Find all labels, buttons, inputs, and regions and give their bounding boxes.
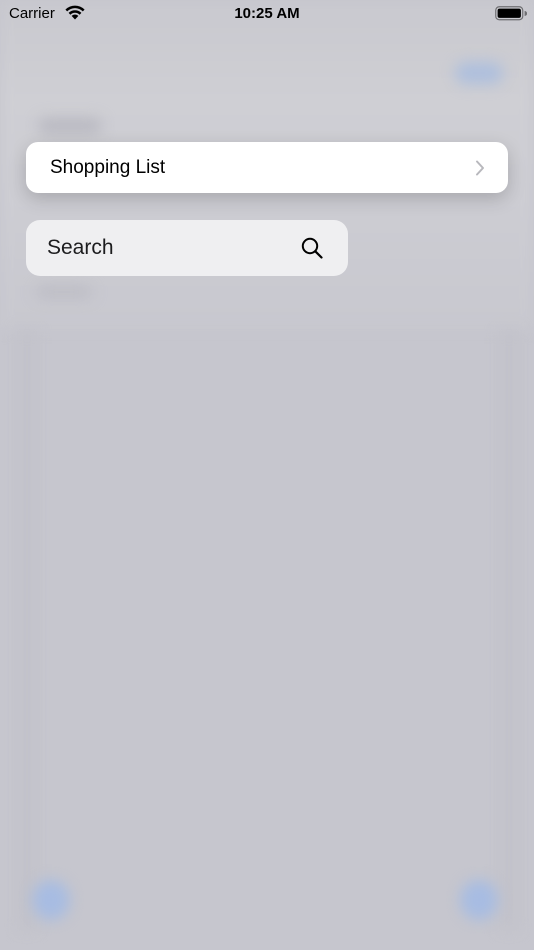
- clock: 10:25 AM: [234, 5, 300, 22]
- blurred-right-fab: [460, 880, 498, 920]
- menu-item-shopping-list[interactable]: Shopping List: [26, 142, 508, 193]
- blurred-right-edge: [500, 330, 518, 930]
- search-icon[interactable]: [300, 236, 324, 260]
- blurred-left-fab: [32, 880, 70, 920]
- search-input[interactable]: [47, 236, 300, 260]
- blurred-title: [38, 118, 102, 134]
- blurred-nav-button: [455, 62, 503, 84]
- chevron-right-icon: [476, 160, 484, 175]
- blurred-left-edge: [18, 330, 36, 930]
- blurred-row-label: [36, 286, 92, 298]
- status-bar: Carrier 10:25 AM: [0, 0, 534, 28]
- menu-item-label: Shopping List: [50, 156, 166, 178]
- battery-icon: [495, 6, 527, 21]
- search-field[interactable]: [26, 220, 348, 276]
